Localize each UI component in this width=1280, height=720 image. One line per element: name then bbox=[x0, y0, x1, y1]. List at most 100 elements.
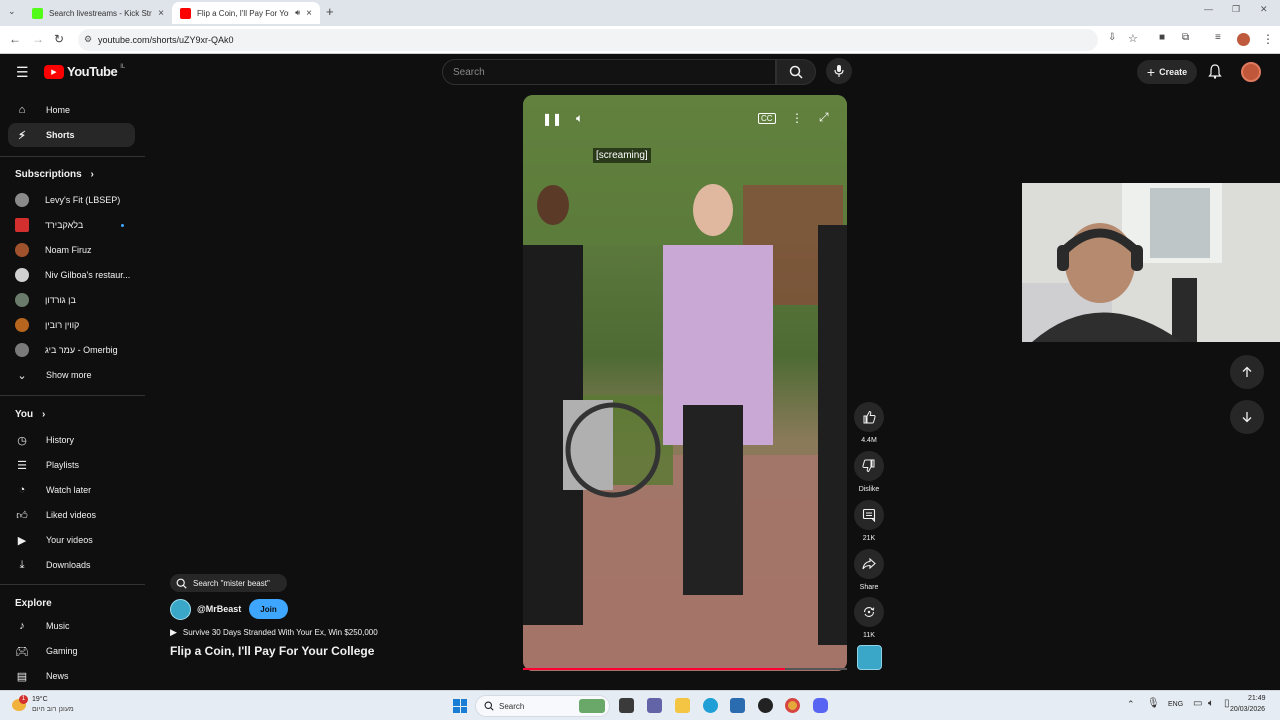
search-suggestion-chip[interactable]: Search "mister beast" bbox=[170, 574, 287, 592]
tab-list-dropdown-icon[interactable]: ⌄ bbox=[8, 6, 16, 17]
sidebar-item-gaming[interactable]: 🎮︎ Gaming bbox=[8, 639, 135, 663]
volume-tray-icon[interactable]: 🔈︎ bbox=[1208, 698, 1214, 709]
sidebar-item-label: Levy's Fit (LBSEP) bbox=[45, 195, 121, 205]
sidebar-item-subscription[interactable]: קווין רובין bbox=[8, 313, 135, 337]
join-button[interactable]: Join bbox=[249, 599, 288, 619]
sidebar-item-subscription[interactable]: בן גורדון bbox=[8, 288, 135, 312]
thumbs-up-icon bbox=[854, 402, 884, 432]
back-icon[interactable]: ← bbox=[9, 32, 21, 46]
sidebar-item-shorts[interactable]: ⚡︎ Shorts bbox=[8, 123, 135, 147]
clock-time[interactable]: 21:49 bbox=[1248, 695, 1266, 702]
close-window-icon[interactable]: ✕ bbox=[1260, 4, 1268, 15]
channel-name[interactable]: @MrBeast bbox=[197, 604, 241, 614]
new-tab-button[interactable]: + bbox=[326, 4, 334, 19]
pause-icon[interactable]: ❚❚ bbox=[542, 112, 562, 126]
sidebar-item-watch-later[interactable]: ◔ Watch later bbox=[8, 478, 135, 502]
comments-button[interactable]: 21K bbox=[853, 500, 885, 542]
subscriptions-heading[interactable]: Subscriptions › bbox=[15, 169, 94, 180]
extensions-puzzle-icon[interactable]: ⧉ bbox=[1182, 32, 1189, 43]
weather-widget[interactable]: 1 19°C מעונן רוב היום bbox=[10, 695, 90, 717]
clock-date[interactable]: 20/03/2026 bbox=[1230, 706, 1265, 713]
app-icon[interactable] bbox=[758, 698, 773, 713]
sidebar-item-home[interactable]: ⌂ Home bbox=[8, 98, 135, 122]
close-tab-icon[interactable]: × bbox=[306, 8, 312, 19]
store-icon[interactable] bbox=[730, 698, 745, 713]
sidebar-item-subscription[interactable]: Levy's Fit (LBSEP) bbox=[8, 188, 135, 212]
arrow-up-icon bbox=[1242, 366, 1252, 377]
news-icon: ▤ bbox=[16, 670, 28, 683]
share-button[interactable]: Share bbox=[853, 549, 885, 591]
close-tab-icon[interactable]: × bbox=[158, 8, 164, 19]
address-bar[interactable]: ⚙︎ youtube.com/shorts/uZY9xr-QAk0 bbox=[78, 29, 1098, 51]
sidebar-item-subscription[interactable]: Noam Firuz bbox=[8, 238, 135, 262]
sidebar-item-label: Your videos bbox=[46, 535, 93, 545]
voice-search-button[interactable] bbox=[826, 58, 852, 84]
browser-menu-icon[interactable]: ⋮ bbox=[1262, 32, 1274, 46]
video-progress-bar[interactable] bbox=[523, 668, 847, 670]
channel-avatar[interactable] bbox=[170, 598, 191, 620]
sidebar-item-news[interactable]: ▤ News bbox=[8, 664, 135, 688]
windows-start-icon[interactable] bbox=[453, 699, 467, 713]
install-app-icon[interactable]: ⇩ bbox=[1108, 32, 1116, 43]
forward-icon[interactable]: → bbox=[32, 32, 44, 46]
search-button[interactable] bbox=[776, 59, 816, 85]
remix-button[interactable]: 11K bbox=[853, 597, 885, 639]
closed-captions-icon[interactable]: CC bbox=[758, 113, 776, 124]
maximize-icon[interactable]: ❐ bbox=[1232, 4, 1240, 15]
tab-kick[interactable]: Search livestreams - Kick Strea × bbox=[24, 2, 172, 24]
site-info-icon[interactable]: ⚙︎ bbox=[84, 34, 92, 45]
edge-icon[interactable] bbox=[703, 698, 718, 713]
webcam-image bbox=[1022, 183, 1280, 342]
channel-avatar bbox=[15, 193, 29, 207]
like-count: 4.4M bbox=[861, 437, 877, 444]
extension-icon[interactable]: ■ bbox=[1159, 32, 1165, 43]
dislike-button[interactable]: Dislike bbox=[853, 451, 885, 493]
show-more-button[interactable]: ⌄ Show more bbox=[8, 363, 135, 387]
tab-youtube[interactable]: Flip a Coin, I'll Pay For Your 🔊︎ × bbox=[172, 2, 320, 24]
fullscreen-icon[interactable]: ⤢ bbox=[819, 110, 829, 125]
comment-icon bbox=[854, 500, 884, 530]
youtube-logo[interactable]: ▶ YouTube IL bbox=[44, 64, 125, 79]
battery-icon[interactable]: ▯ bbox=[1224, 698, 1230, 709]
reload-icon[interactable]: ↻ bbox=[54, 32, 64, 46]
you-heading[interactable]: You › bbox=[15, 409, 45, 420]
network-icon[interactable]: ▭ bbox=[1193, 698, 1202, 709]
file-explorer-icon[interactable] bbox=[675, 698, 690, 713]
sidebar-item-downloads[interactable]: ⤓ Downloads bbox=[8, 553, 135, 577]
like-button[interactable]: 4.4M bbox=[853, 402, 885, 444]
tab-audio-icon[interactable]: 🔊︎ bbox=[295, 8, 300, 18]
microphone-tray-icon[interactable]: 🎙︎ bbox=[1147, 698, 1160, 709]
thumbs-up-icon: 👍︎ bbox=[16, 509, 28, 522]
next-short-button[interactable] bbox=[1230, 400, 1264, 434]
sidebar-item-liked-videos[interactable]: 👍︎ Liked videos bbox=[8, 503, 135, 527]
tray-overflow-icon[interactable]: ⌃ bbox=[1127, 699, 1135, 710]
taskbar-search[interactable]: Search bbox=[475, 695, 610, 717]
sidebar-item-your-videos[interactable]: ▶ Your videos bbox=[8, 528, 135, 552]
sidebar-item-history[interactable]: ◷ History bbox=[8, 428, 135, 452]
chrome-icon[interactable] bbox=[785, 698, 800, 713]
sidebar-item-subscription[interactable]: בלאקבירד bbox=[8, 213, 135, 237]
minimize-icon[interactable]: — bbox=[1204, 4, 1213, 14]
profile-avatar[interactable] bbox=[1237, 33, 1250, 46]
previous-short-button[interactable] bbox=[1230, 355, 1264, 389]
input-language[interactable]: ENG bbox=[1168, 701, 1183, 708]
sidebar-item-subscription[interactable]: עמר ביג - Omerbig bbox=[8, 338, 135, 362]
menu-icon[interactable]: ☰ bbox=[16, 64, 29, 81]
search-input[interactable]: Search bbox=[442, 59, 776, 85]
sidebar-item-music[interactable]: ♪ Music bbox=[8, 614, 135, 638]
volume-icon[interactable]: 🔈︎ bbox=[576, 111, 583, 126]
short-video-player[interactable]: ❚❚ 🔈︎ CC ⋮ ⤢ bbox=[523, 95, 847, 671]
sidebar-item-playlists[interactable]: ☰ Playlists bbox=[8, 453, 135, 477]
discord-icon[interactable] bbox=[813, 698, 828, 713]
sidebar-item-subscription[interactable]: Niv Gilboa's restaur... bbox=[8, 263, 135, 287]
task-view-icon[interactable] bbox=[619, 698, 634, 713]
related-video-link[interactable]: ▶ Survive 30 Days Stranded With Your Ex,… bbox=[170, 627, 378, 638]
notifications-bell-icon[interactable] bbox=[1208, 64, 1222, 79]
account-avatar[interactable] bbox=[1241, 62, 1261, 82]
create-button[interactable]: + Create bbox=[1137, 60, 1197, 84]
sound-thumbnail[interactable] bbox=[857, 645, 882, 670]
more-options-icon[interactable]: ⋮ bbox=[791, 111, 803, 125]
bookmark-star-icon[interactable]: ☆ bbox=[1128, 32, 1138, 45]
media-controls-icon[interactable]: ≡ bbox=[1215, 32, 1221, 43]
teams-icon[interactable] bbox=[647, 698, 662, 713]
